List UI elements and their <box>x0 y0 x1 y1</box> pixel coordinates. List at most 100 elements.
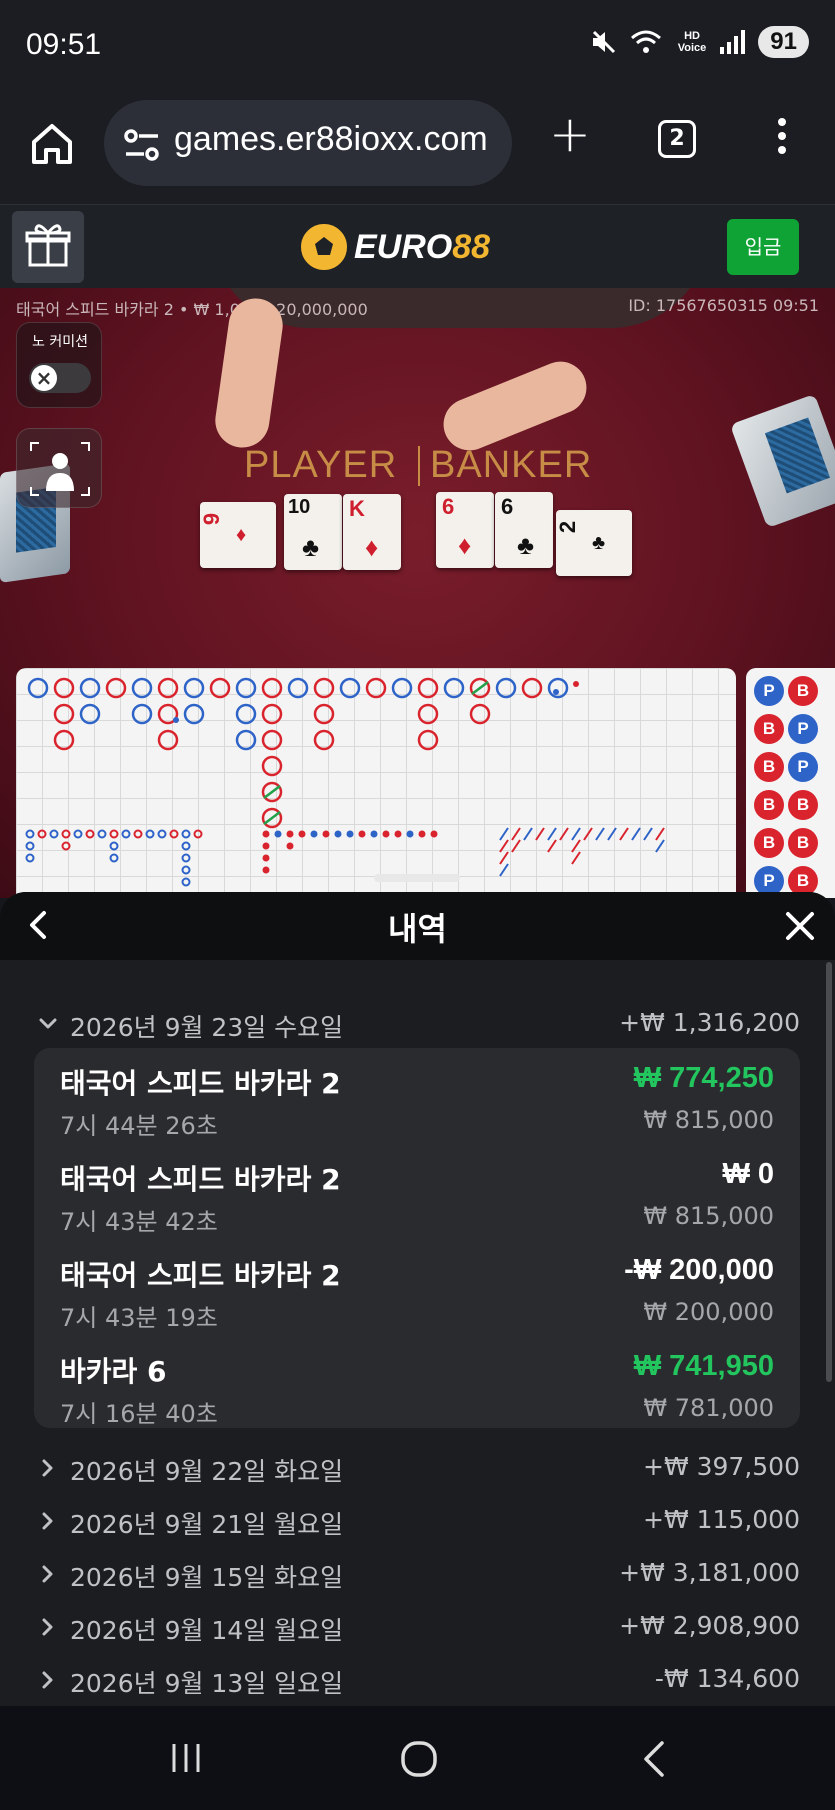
chevron-right-icon <box>42 1459 53 1477</box>
txn-game: 태국어 스피드 바카라 2 <box>60 1067 341 1100</box>
txn-amount: -₩ 200,000 <box>624 1254 774 1286</box>
more-options-icon[interactable] <box>770 118 794 162</box>
day-total: +₩ 2,908,900 <box>619 1611 800 1640</box>
site-header: EURO88 입금 <box>0 204 835 288</box>
player-card-1: 9 ♦ <box>199 502 276 568</box>
address-bar[interactable]: games.er88ioxx.com <box>104 100 512 186</box>
player-card-2: 10 ♣ <box>284 494 342 570</box>
status-icons: HD Voice 91 <box>590 26 809 58</box>
dealer-right-hand <box>435 353 595 459</box>
home-circle-icon[interactable] <box>400 1740 438 1778</box>
transaction-row[interactable]: 태국어 스피드 바카라 2 7시 43분 19초 -₩ 200,000 ₩ 20… <box>60 1254 774 1344</box>
chevron-right-icon <box>42 1671 53 1689</box>
bead-banker: B <box>754 828 784 858</box>
day-row-collapsed[interactable]: 2026년 9월 15일 화요일 +₩ 3,181,000 <box>30 1554 800 1598</box>
banker-card-3: 2 ♣ <box>555 510 632 576</box>
banker-card-1: 6 ♦ <box>436 492 494 568</box>
day-total: +₩ 397,500 <box>643 1452 800 1481</box>
player-card-3: K ♦ <box>343 494 401 570</box>
card-shoe-right <box>729 393 835 529</box>
sheet-title: 내역 <box>388 910 447 948</box>
bead-banker: B <box>788 676 818 706</box>
day-date: 2026년 9월 13일 일요일 <box>70 1669 344 1698</box>
euro88-logo[interactable]: EURO88 <box>300 217 490 277</box>
pb-divider <box>418 446 420 486</box>
person-view-icon <box>30 442 90 496</box>
status-time: 09:51 <box>26 28 102 61</box>
status-bar: 09:51 HD Voice 91 <box>0 0 835 92</box>
signal-icon <box>720 30 746 54</box>
new-tab-button[interactable]: + <box>548 109 592 159</box>
day-row-collapsed[interactable]: 2026년 9월 21일 월요일 +₩ 115,000 <box>30 1501 800 1545</box>
back-nav-icon[interactable] <box>640 1740 668 1778</box>
txn-stake: ₩ 815,000 <box>643 1106 774 1134</box>
bead-banker: B <box>754 714 784 744</box>
transaction-row[interactable]: 태국어 스피드 바카라 2 7시 43분 42초 ₩ 0 ₩ 815,000 <box>60 1158 774 1248</box>
bead-banker: B <box>788 790 818 820</box>
player-banker-label: PLAYER <box>244 444 398 486</box>
logo-text: EURO88 <box>354 227 491 266</box>
txn-game: 태국어 스피드 바카라 2 <box>60 1259 341 1292</box>
bead-player: P <box>788 714 818 744</box>
chevron-right-icon <box>42 1565 53 1583</box>
txn-stake: ₩ 781,000 <box>643 1394 774 1422</box>
txn-amount: ₩ 0 <box>722 1158 774 1190</box>
site-settings-icon[interactable] <box>122 128 162 162</box>
chevron-down-icon <box>39 1018 57 1029</box>
day-total: +₩ 115,000 <box>643 1505 800 1534</box>
day-date: 2026년 9월 22일 화요일 <box>70 1457 344 1486</box>
txn-amount: ₩ 774,250 <box>633 1062 774 1094</box>
camera-view-button[interactable] <box>16 428 102 508</box>
bead-player: P <box>788 752 818 782</box>
close-icon: × <box>31 365 57 391</box>
close-icon[interactable] <box>784 910 816 942</box>
toggle-switch[interactable]: × <box>29 363 91 393</box>
wifi-5g-icon <box>630 30 661 53</box>
transaction-row[interactable]: 태국어 스피드 바카라 2 7시 44분 26초 ₩ 774,250 ₩ 815… <box>60 1062 774 1152</box>
txn-stake: ₩ 200,000 <box>643 1298 774 1326</box>
transaction-row[interactable]: 바카라 6 7시 16분 40초 ₩ 741,950 ₩ 781,000 <box>60 1350 774 1440</box>
txn-time: 7시 43분 19초 <box>60 1304 218 1332</box>
gift-button[interactable] <box>12 211 84 283</box>
bead-banker: B <box>788 828 818 858</box>
sheet-header: 내역 <box>0 892 835 960</box>
bead-banker: B <box>754 790 784 820</box>
recent-apps-icon[interactable] <box>168 1740 204 1776</box>
no-commission-toggle[interactable]: 노 커미션 × <box>16 322 102 408</box>
home-icon[interactable] <box>28 120 76 168</box>
deposit-button[interactable]: 입금 <box>727 219 799 275</box>
day-total: -₩ 134,600 <box>654 1664 800 1693</box>
transactions-card: 태국어 스피드 바카라 2 7시 44분 26초 ₩ 774,250 ₩ 815… <box>34 1048 800 1428</box>
gift-icon <box>25 224 71 267</box>
soccer-ball-icon <box>301 224 347 270</box>
big-road-scoreboard[interactable] <box>16 668 736 898</box>
banker-card-2: 6 ♣ <box>495 492 553 568</box>
scrollbar[interactable] <box>826 962 832 1382</box>
txn-time: 7시 16분 40초 <box>60 1400 218 1428</box>
hd-voice-icon: HD Voice <box>677 30 707 54</box>
day-date: 2026년 9월 23일 수요일 <box>70 1013 344 1042</box>
system-nav-bar <box>0 1706 835 1810</box>
day-row-collapsed[interactable]: 2026년 9월 22일 화요일 +₩ 397,500 <box>30 1448 800 1492</box>
day-total: +₩ 3,181,000 <box>619 1558 800 1587</box>
txn-game: 바카라 6 <box>60 1355 167 1388</box>
mute-icon <box>592 30 615 54</box>
sheet-drag-handle[interactable] <box>374 874 460 882</box>
txn-amount: ₩ 741,950 <box>633 1350 774 1382</box>
tab-switcher-button[interactable]: 2 <box>658 120 696 158</box>
txn-stake: ₩ 815,000 <box>643 1202 774 1230</box>
no-commission-label: 노 커미션 <box>32 334 88 350</box>
txn-game: 태국어 스피드 바카라 2 <box>60 1163 341 1196</box>
day-row-expanded[interactable]: 2026년 9월 23일 수요일 +₩ 1,316,200 <box>30 1004 800 1048</box>
day-date: 2026년 9월 14일 월요일 <box>70 1616 344 1645</box>
day-row-collapsed[interactable]: 2026년 9월 13일 일요일 -₩ 134,600 <box>30 1660 800 1704</box>
txn-time: 7시 43분 42초 <box>60 1208 218 1236</box>
day-row-collapsed[interactable]: 2026년 9월 14일 월요일 +₩ 2,908,900 <box>30 1607 800 1651</box>
day-total: +₩ 1,316,200 <box>619 1008 800 1037</box>
chevron-right-icon <box>42 1512 53 1530</box>
browser-toolbar: games.er88ioxx.com + 2 <box>0 92 835 204</box>
bead-road[interactable]: PBBPBPBBBBPB <box>746 668 835 898</box>
day-date: 2026년 9월 15일 화요일 <box>70 1563 344 1592</box>
roadmap-marks <box>25 677 665 887</box>
battery-icon: 91 <box>758 26 809 58</box>
